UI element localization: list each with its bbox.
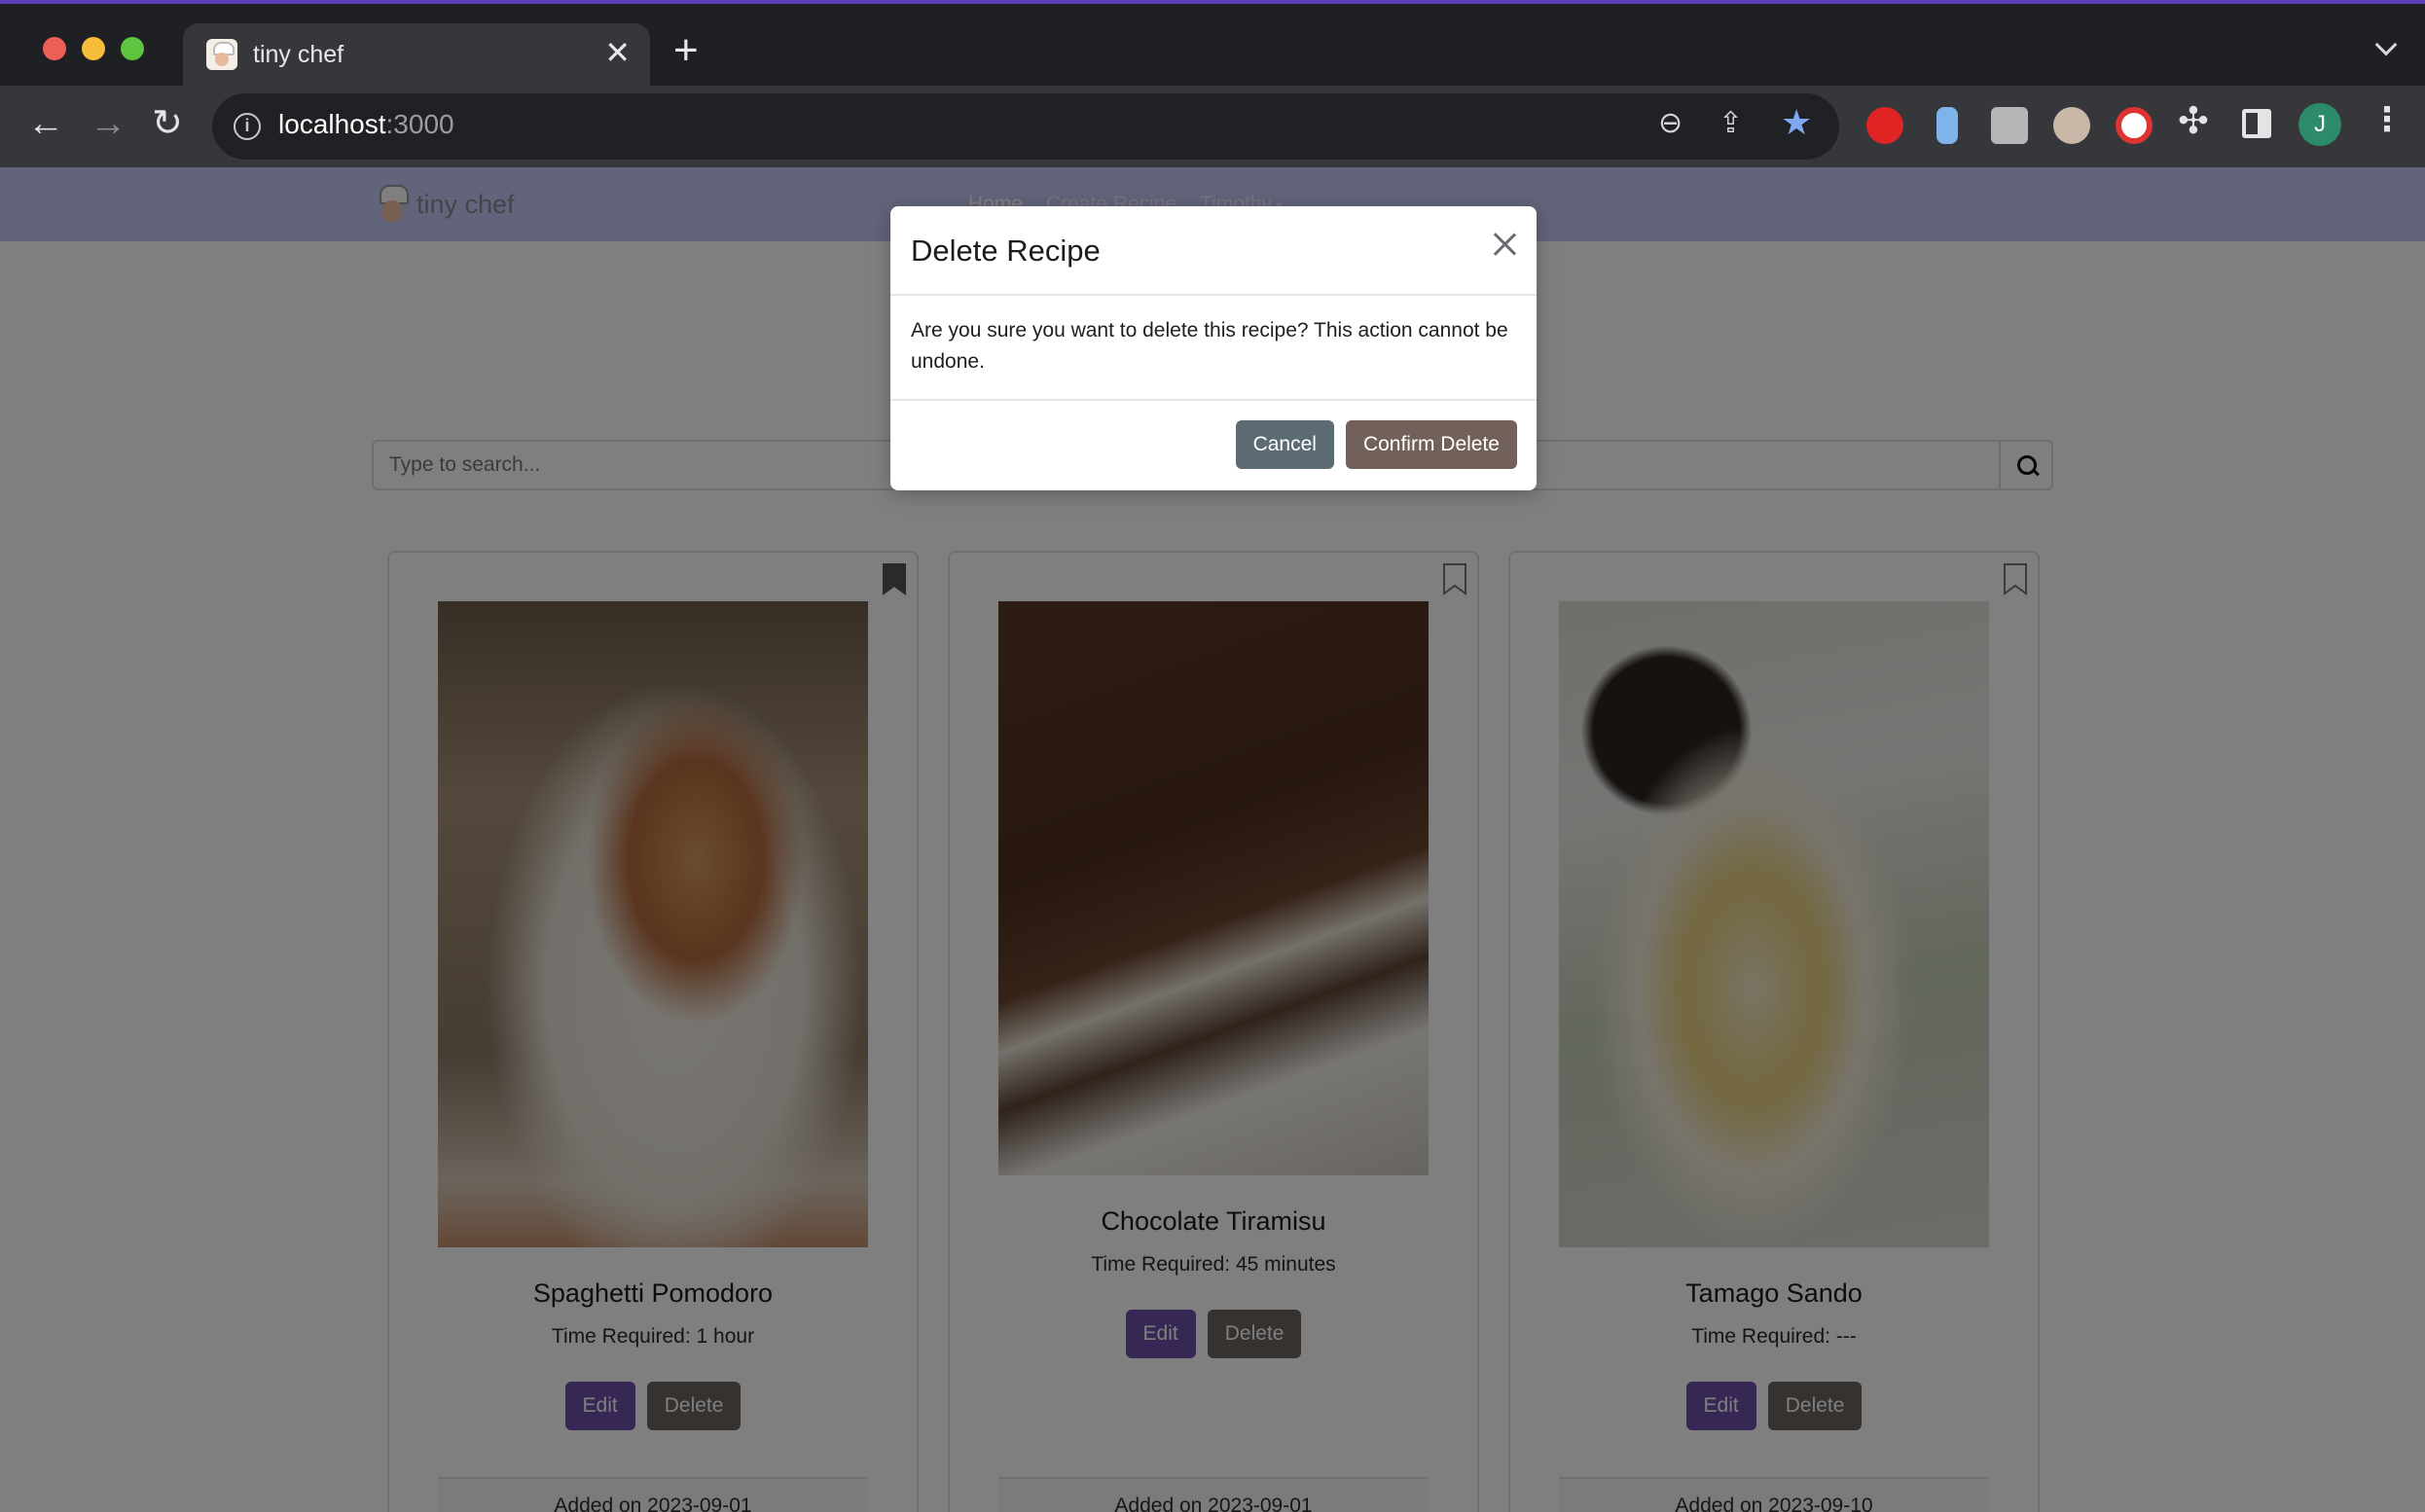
address-bar[interactable]: i localhost:3000 ⊖ ⇪ ★ — [212, 93, 1839, 160]
back-icon[interactable]: ← — [27, 105, 64, 142]
modal-actions: Cancel Confirm Delete — [1235, 420, 1517, 469]
maximize-window-button[interactable] — [121, 37, 144, 60]
avatar[interactable]: J — [2298, 103, 2341, 146]
info-icon[interactable]: i — [234, 113, 261, 140]
tab-title: tiny chef — [253, 41, 344, 68]
extension-stop-icon[interactable] — [1866, 107, 1903, 144]
close-icon[interactable] — [1490, 230, 1519, 259]
close-tab-icon[interactable]: ✕ — [604, 37, 631, 68]
chef-favicon-icon — [206, 39, 237, 70]
modal-message: Are you sure you want to delete this rec… — [911, 319, 1508, 373]
browser-tab[interactable]: tiny chef ✕ — [183, 23, 650, 90]
confirm-delete-button[interactable]: Confirm Delete — [1345, 420, 1517, 469]
extension-square-icon[interactable] — [1991, 107, 2028, 144]
forward-icon[interactable]: → — [90, 105, 127, 142]
tab-search-chevron-icon[interactable] — [2374, 33, 2398, 56]
close-window-button[interactable] — [43, 37, 66, 60]
modal-title: Delete Recipe — [911, 234, 1101, 268]
extension-glasses-icon[interactable] — [2053, 107, 2090, 144]
extension-circle-icon[interactable] — [2116, 107, 2153, 144]
minimize-window-button[interactable] — [82, 37, 105, 60]
extension-bottle-icon[interactable] — [1936, 107, 1958, 144]
new-tab-icon[interactable]: + — [673, 29, 699, 72]
delete-recipe-modal: Delete Recipe Are you sure you want to d… — [890, 206, 1537, 490]
browser-tab-strip: tiny chef ✕ + — [0, 0, 2425, 90]
modal-header: Delete Recipe — [890, 206, 1537, 296]
browser-toolbar: ← → ↻ i localhost:3000 ⊖ ⇪ ★ ✣ J ⋮ — [0, 86, 2425, 167]
url-text[interactable]: localhost:3000 — [278, 109, 454, 140]
puzzle-icon[interactable]: ✣ — [2178, 103, 2209, 140]
share-icon[interactable]: ⇪ — [1719, 109, 1743, 138]
reload-icon[interactable]: ↻ — [152, 105, 183, 142]
kebab-icon[interactable]: ⋮ — [2371, 103, 2404, 136]
cancel-button[interactable]: Cancel — [1235, 420, 1334, 469]
side-panel-icon[interactable] — [2242, 109, 2271, 138]
zoom-icon[interactable]: ⊖ — [1658, 109, 1683, 138]
star-icon[interactable]: ★ — [1781, 105, 1812, 140]
modal-footer: Cancel Confirm Delete — [890, 399, 1537, 490]
